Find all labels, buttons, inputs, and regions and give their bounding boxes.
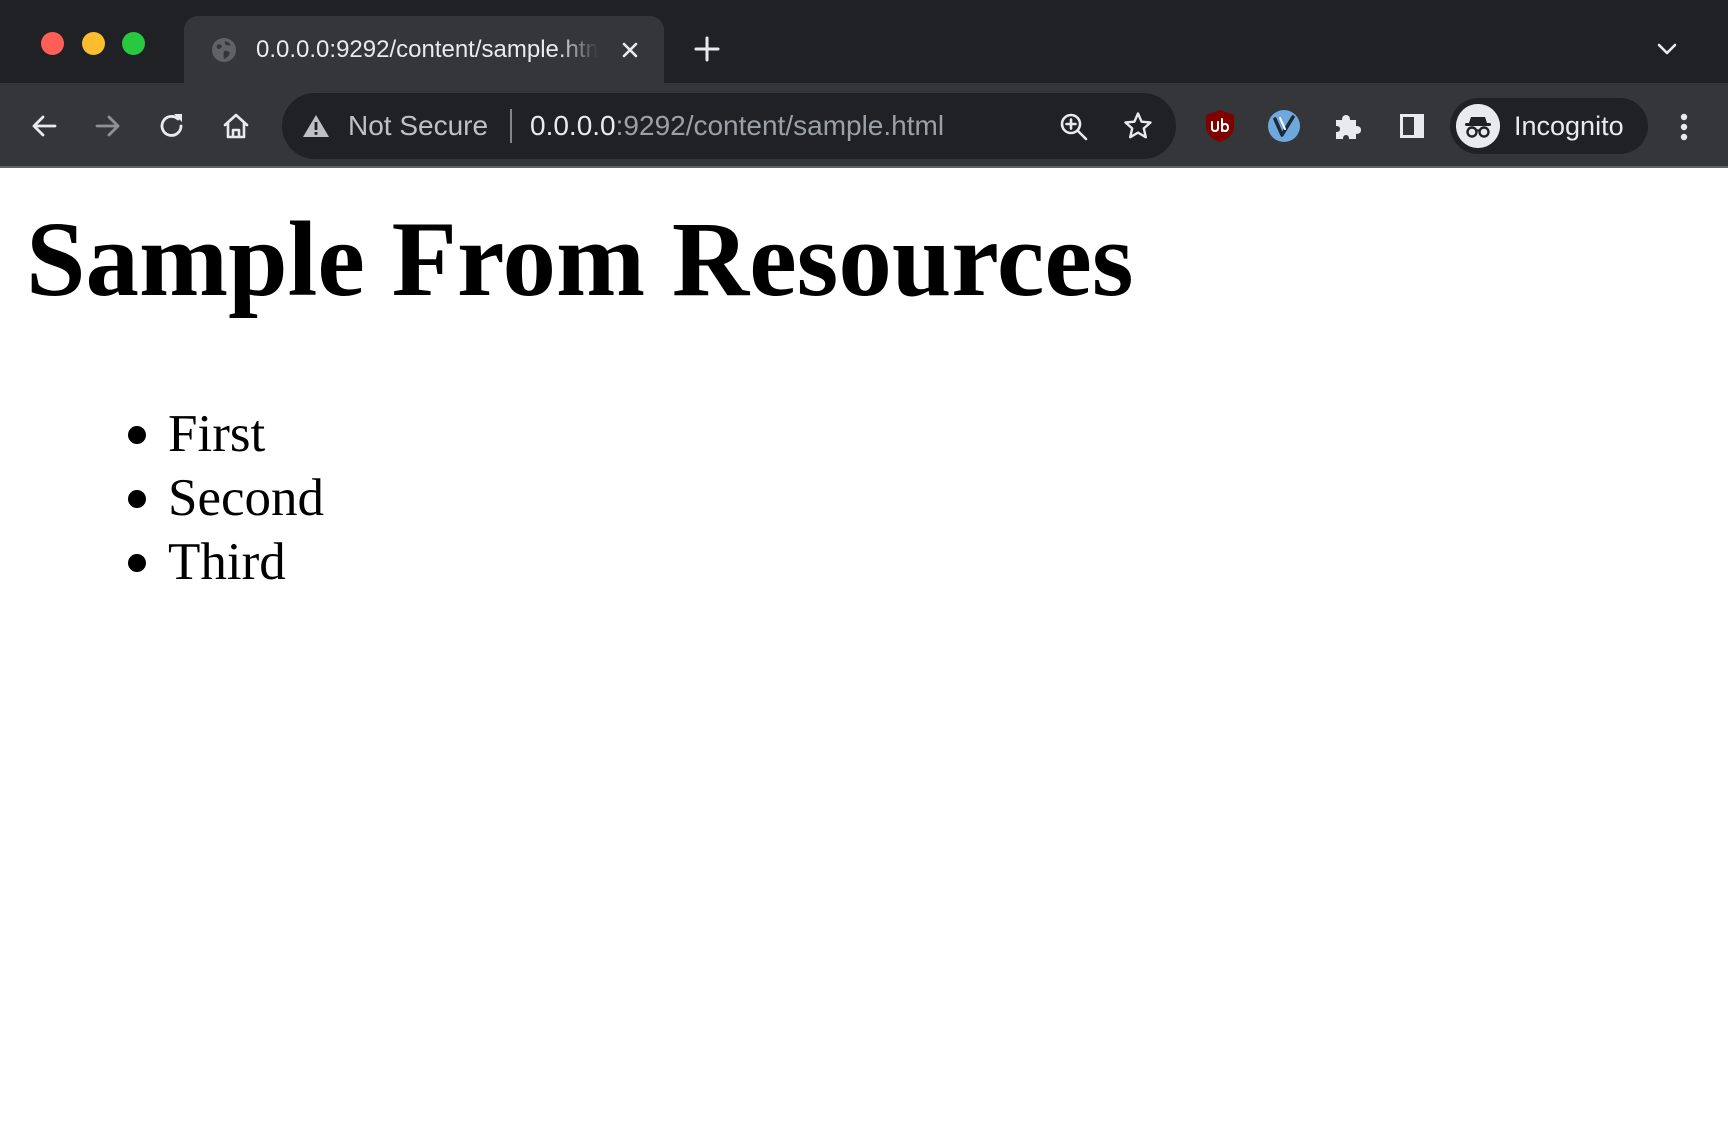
maximize-window-button[interactable]	[122, 32, 145, 55]
ublock-origin-icon	[1206, 110, 1234, 142]
page-content: Sample From Resources First Second Third	[0, 170, 1728, 1144]
page-heading: Sample From Resources	[26, 201, 1134, 319]
address-bar[interactable]: Not Secure 0.0.0.0:9292/content/sample.h…	[282, 93, 1176, 159]
page-list: First Second Third	[120, 402, 324, 594]
reload-icon	[160, 114, 183, 137]
tab-title: 0.0.0.0:9292/content/sample.html	[256, 36, 598, 63]
tab-strip: 0.0.0.0:9292/content/sample.html	[0, 0, 1728, 83]
vimium-button[interactable]	[1264, 106, 1304, 146]
profile-label: Incognito	[1514, 111, 1624, 141]
forward-button[interactable]	[88, 106, 128, 146]
zoom-in-icon[interactable]	[1058, 111, 1090, 143]
list-item: Second	[120, 466, 324, 530]
close-window-button[interactable]	[41, 32, 64, 55]
url-text[interactable]: 0.0.0.0:9292/content/sample.html	[530, 109, 944, 143]
bullet	[128, 490, 146, 508]
star-icon[interactable]	[1122, 110, 1154, 142]
close-icon[interactable]	[616, 36, 644, 64]
side-panel-button[interactable]	[1392, 106, 1432, 146]
omnibox-divider	[510, 109, 512, 143]
url-path: :9292/content/sample.html	[615, 110, 945, 141]
minimize-window-button[interactable]	[82, 32, 105, 55]
warning-triangle-icon[interactable]	[302, 113, 330, 139]
home-icon	[223, 113, 249, 139]
list-item: Third	[120, 530, 324, 594]
reload-button[interactable]	[152, 106, 192, 146]
bullet	[128, 426, 146, 444]
list-item-text: First	[168, 405, 266, 463]
vimium-icon	[1268, 110, 1300, 142]
plus-icon[interactable]	[690, 32, 724, 66]
security-label[interactable]: Not Secure	[348, 109, 488, 143]
list-item-text: Second	[168, 469, 325, 527]
incognito-icon	[1456, 104, 1500, 148]
puzzle-icon	[1336, 115, 1361, 139]
globe-icon	[212, 38, 236, 62]
list-item-text: Third	[168, 533, 286, 591]
ublock-origin-button[interactable]	[1200, 106, 1240, 146]
bullet	[128, 554, 146, 572]
tab-active[interactable]: 0.0.0.0:9292/content/sample.html	[184, 16, 664, 83]
chevron-down-icon[interactable]	[1654, 36, 1680, 62]
back-button[interactable]	[24, 106, 64, 146]
home-button[interactable]	[216, 106, 256, 146]
url-host: 0.0.0.0	[530, 110, 616, 141]
arrow-right-icon	[95, 115, 120, 137]
more-vertical-icon[interactable]	[1668, 107, 1700, 147]
browser-toolbar: Not Secure 0.0.0.0:9292/content/sample.h…	[0, 83, 1728, 168]
extensions-button[interactable]	[1328, 106, 1368, 146]
browser-window: 0.0.0.0:9292/content/sample.html Not Sec…	[0, 0, 1728, 1144]
arrow-left-icon	[32, 115, 57, 137]
side-panel-icon	[1400, 114, 1424, 138]
list-item: First	[120, 402, 324, 466]
profile-button[interactable]: Incognito	[1450, 98, 1648, 154]
